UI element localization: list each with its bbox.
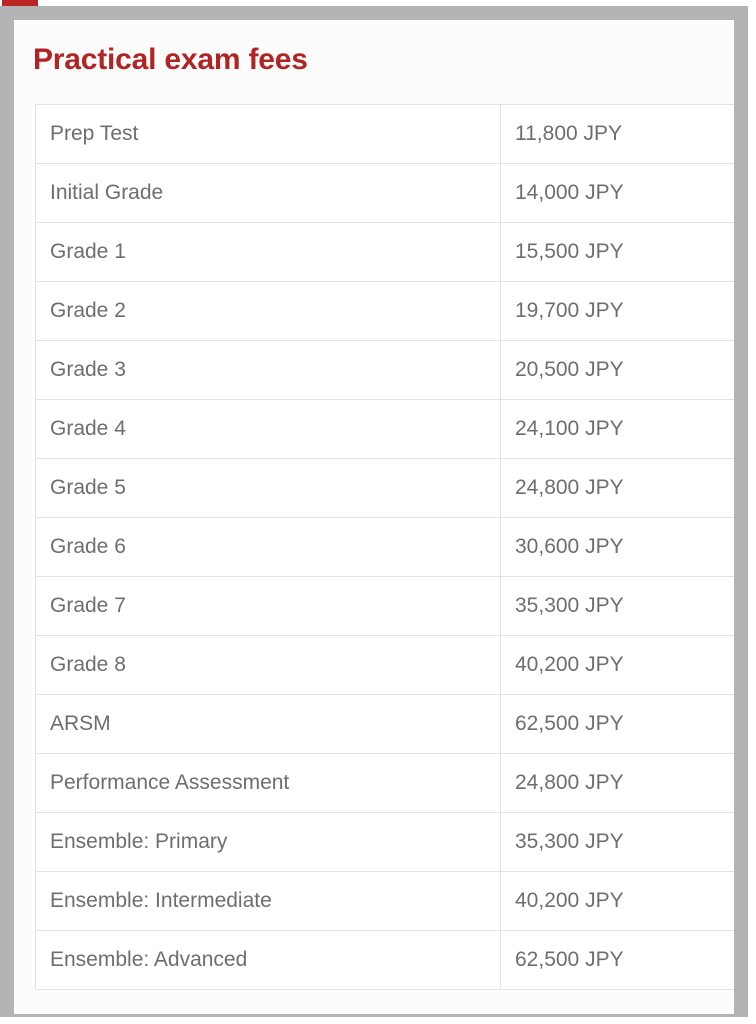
- exam-name-cell: Ensemble: Intermediate: [35, 871, 501, 931]
- exam-name-cell: Initial Grade: [35, 163, 501, 223]
- exam-fee-cell: 40,200 JPY: [500, 635, 734, 695]
- exam-fee-cell: 19,700 JPY: [500, 281, 734, 341]
- table-row: Grade 1 15,500 JPY: [35, 222, 734, 282]
- exam-fee-cell: 14,000 JPY: [500, 163, 734, 223]
- table-row: Grade 5 24,800 JPY: [35, 458, 734, 518]
- page-title: Practical exam fees: [33, 43, 308, 76]
- table-row: Grade 3 20,500 JPY: [35, 340, 734, 400]
- fee-table-body: Prep Test 11,800 JPY Initial Grade 14,000 J…: [35, 104, 734, 990]
- exam-fee-cell: 30,600 JPY: [500, 517, 734, 577]
- exam-name-cell: Grade 8: [35, 635, 501, 695]
- exam-name-cell: Grade 7: [35, 576, 501, 636]
- table-row: Ensemble: Intermediate 40,200 JPY: [35, 871, 734, 931]
- table-row: Ensemble: Advanced 62,500 JPY: [35, 930, 734, 990]
- outer-frame: Practical exam fees Prep Test 11,800 JPY I…: [0, 6, 748, 1017]
- table-row: Grade 4 24,100 JPY: [35, 399, 734, 459]
- table-row: Grade 8 40,200 JPY: [35, 635, 734, 695]
- exam-fee-cell: 62,500 JPY: [500, 694, 734, 754]
- exam-fee-cell: 35,300 JPY: [500, 812, 734, 872]
- exam-fee-cell: 15,500 JPY: [500, 222, 734, 282]
- practical-exam-fees-card: Practical exam fees Prep Test 11,800 JPY I…: [14, 20, 734, 1014]
- table-row: Prep Test 11,800 JPY: [35, 104, 734, 164]
- exam-fee-cell: 24,100 JPY: [500, 399, 734, 459]
- exam-name-cell: Grade 4: [35, 399, 501, 459]
- exam-name-cell: Grade 5: [35, 458, 501, 518]
- table-row: Initial Grade 14,000 JPY: [35, 163, 734, 223]
- exam-fee-cell: 11,800 JPY: [500, 104, 734, 164]
- table-row: Ensemble: Primary 35,300 JPY: [35, 812, 734, 872]
- exam-name-cell: Performance Assessment: [35, 753, 501, 813]
- exam-name-cell: Grade 3: [35, 340, 501, 400]
- table-row: Grade 7 35,300 JPY: [35, 576, 734, 636]
- exam-name-cell: Grade 1: [35, 222, 501, 282]
- practical-exam-fees-table: Prep Test 11,800 JPY Initial Grade 14,000 J…: [35, 104, 734, 990]
- exam-name-cell: ARSM: [35, 694, 501, 754]
- table-row: Performance Assessment 24,800 JPY: [35, 753, 734, 813]
- exam-name-cell: Prep Test: [35, 104, 501, 164]
- table-row: ARSM 62,500 JPY: [35, 694, 734, 754]
- exam-name-cell: Grade 2: [35, 281, 501, 341]
- exam-name-cell: Ensemble: Advanced: [35, 930, 501, 990]
- fee-table-container: Prep Test 11,800 JPY Initial Grade 14,000 J…: [35, 104, 734, 990]
- exam-fee-cell: 40,200 JPY: [500, 871, 734, 931]
- exam-fee-cell: 62,500 JPY: [500, 930, 734, 990]
- exam-fee-cell: 24,800 JPY: [500, 753, 734, 813]
- exam-name-cell: Grade 6: [35, 517, 501, 577]
- exam-fee-cell: 35,300 JPY: [500, 576, 734, 636]
- exam-fee-cell: 20,500 JPY: [500, 340, 734, 400]
- table-row: Grade 6 30,600 JPY: [35, 517, 734, 577]
- exam-fee-cell: 24,800 JPY: [500, 458, 734, 518]
- table-row: Grade 2 19,700 JPY: [35, 281, 734, 341]
- exam-name-cell: Ensemble: Primary: [35, 812, 501, 872]
